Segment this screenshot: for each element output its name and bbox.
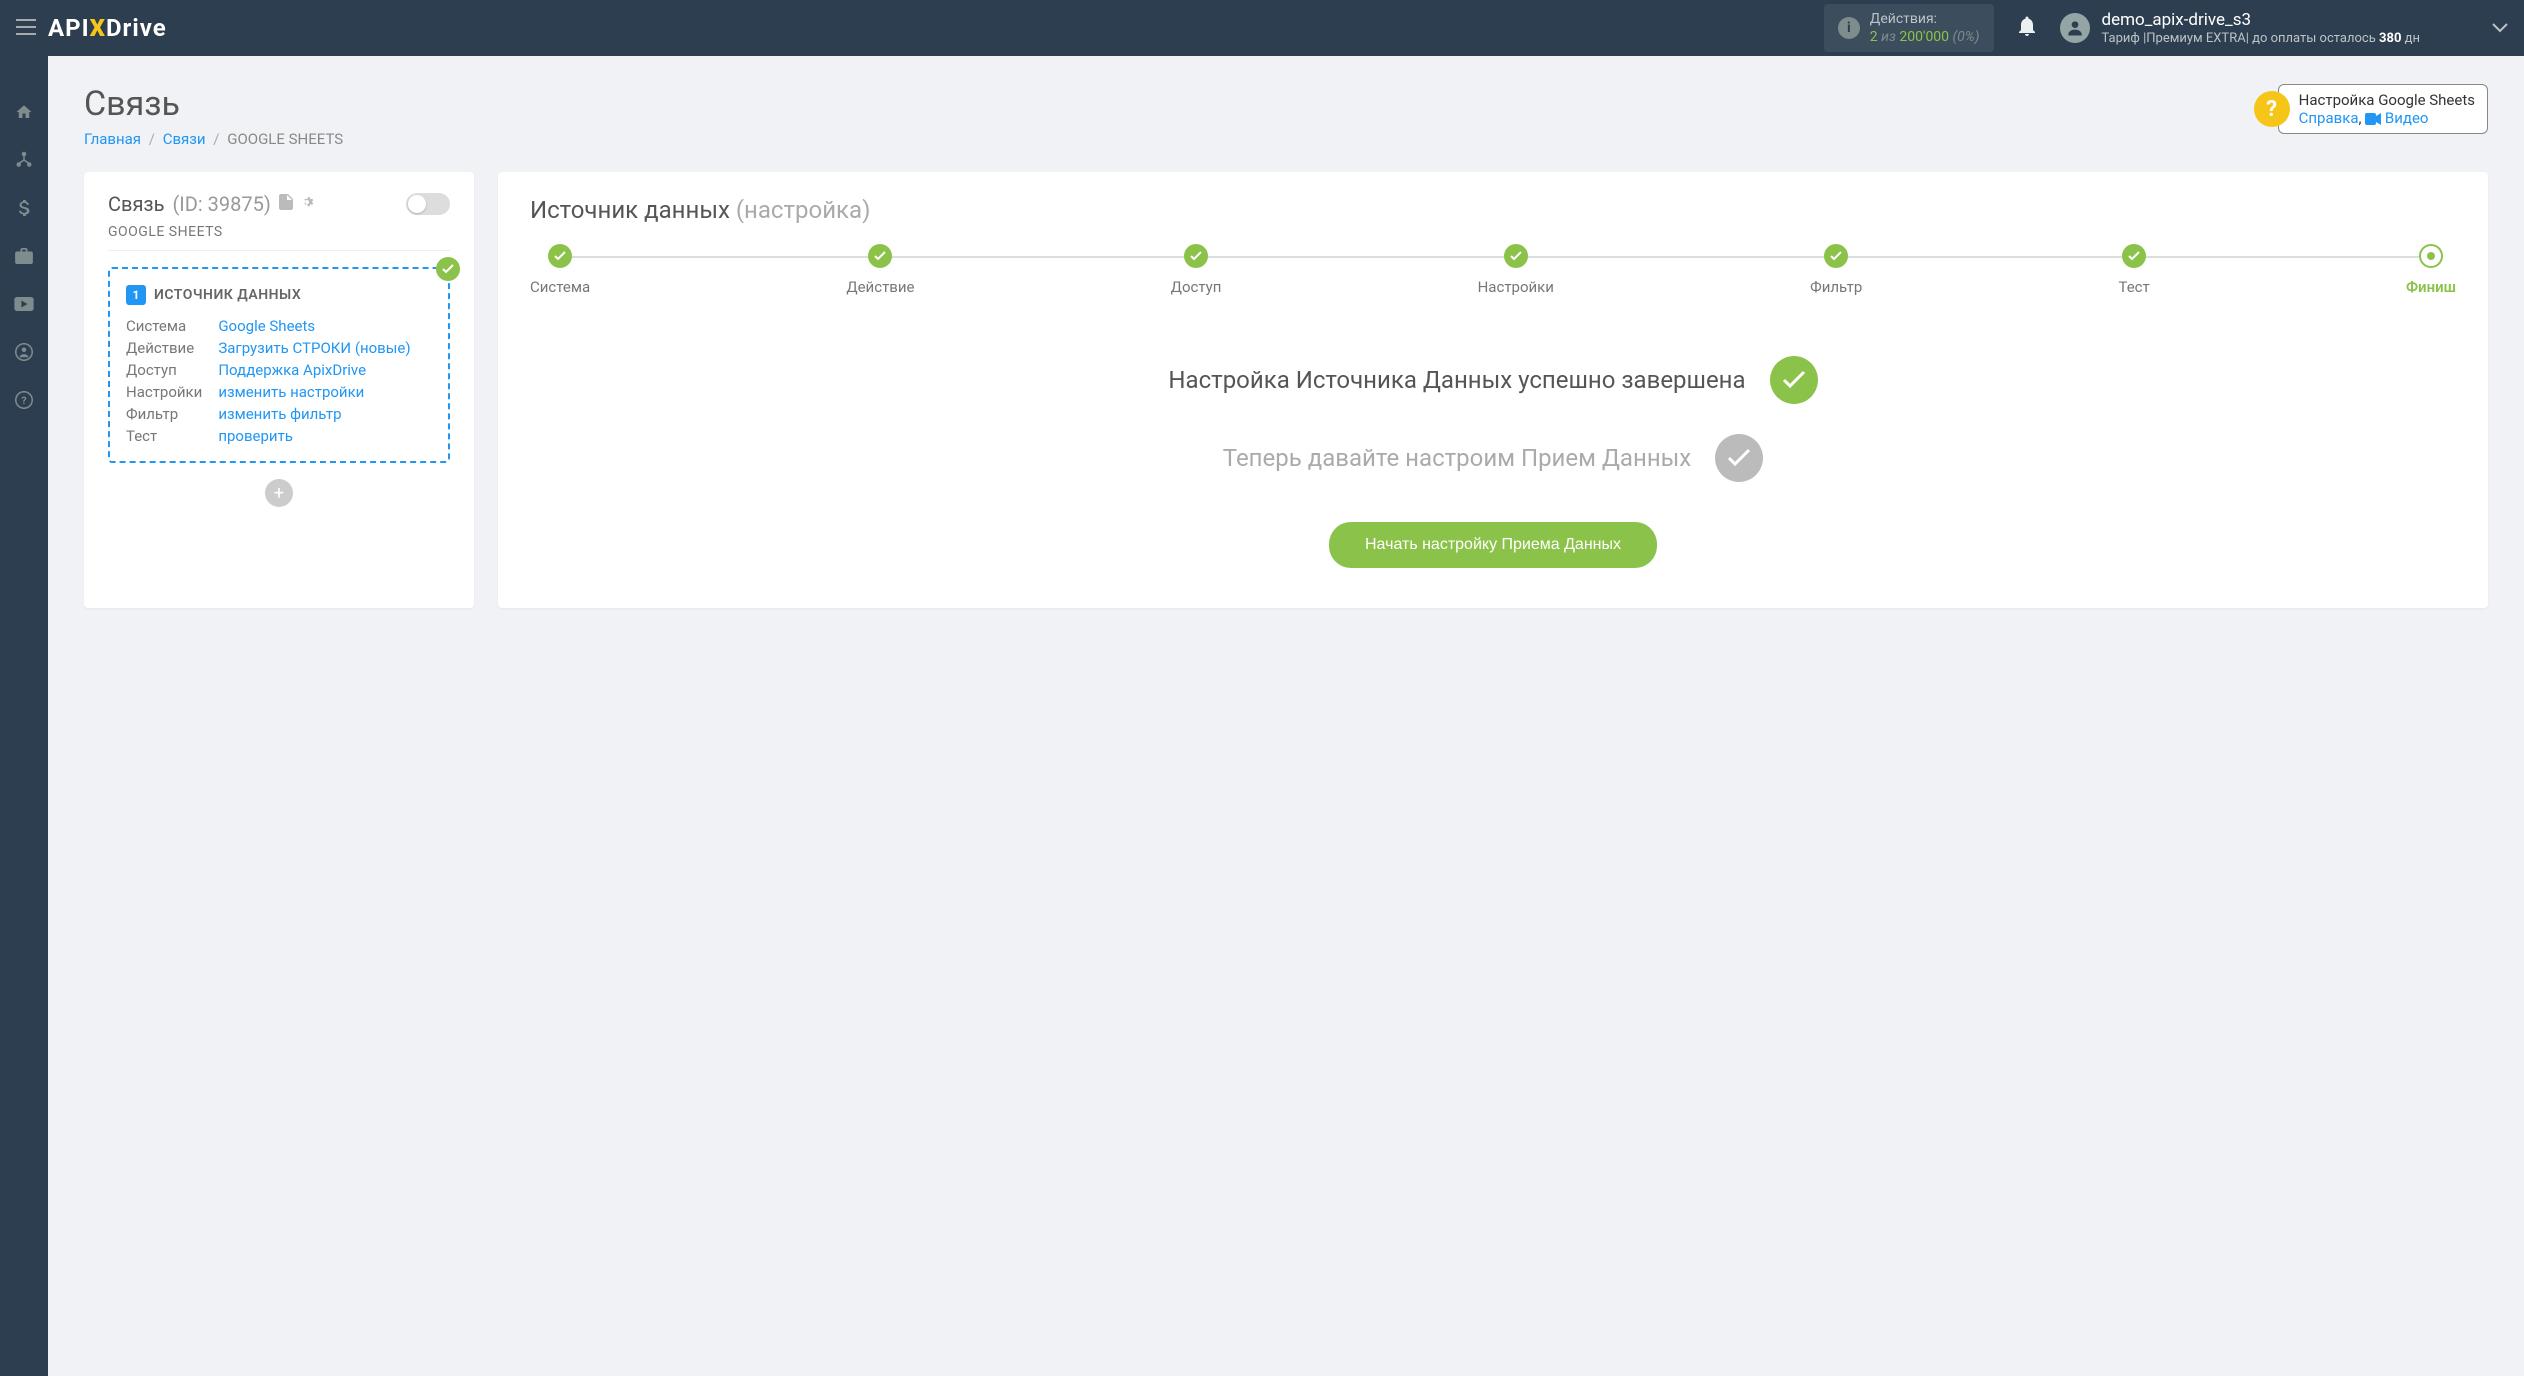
video-icon xyxy=(2365,113,2381,125)
step-label: Фильтр xyxy=(1810,278,1862,296)
source-row-label: Фильтр xyxy=(126,405,202,423)
help-badge-icon[interactable]: ? xyxy=(2254,91,2290,127)
help-title: Настройка Google Sheets xyxy=(2299,91,2475,109)
header: APIXDrive i Действия: 2 из 200'000 (0%) … xyxy=(0,0,2524,56)
check-icon xyxy=(1770,356,1818,404)
step[interactable]: Фильтр xyxy=(1810,244,1862,296)
help-panel: Настройка Google Sheets Справка, Видео xyxy=(2278,84,2488,134)
menu-icon[interactable] xyxy=(16,16,36,41)
chevron-down-icon[interactable] xyxy=(2492,18,2508,37)
step[interactable]: Доступ xyxy=(1171,244,1222,296)
source-row-link[interactable]: изменить фильтр xyxy=(218,405,432,423)
sidebar-billing-icon[interactable] xyxy=(0,184,48,232)
step-circle xyxy=(1184,244,1208,268)
step-circle xyxy=(548,244,572,268)
breadcrumb: Главная / Связи / GOOGLE SHEETS xyxy=(84,130,343,148)
start-setup-button[interactable]: Начать настройку Приема Данных xyxy=(1329,522,1657,568)
user-info: demo_apix-drive_s3 Тариф |Премиум EXTRA|… xyxy=(2102,9,2421,48)
actions-badge[interactable]: i Действия: 2 из 200'000 (0%) xyxy=(1824,4,1994,52)
step[interactable]: Действие xyxy=(846,244,914,296)
step-label: Настройки xyxy=(1478,278,1554,296)
step-label: Действие xyxy=(846,278,914,296)
source-row-label: Настройки xyxy=(126,383,202,401)
source-row-link[interactable]: Google Sheets xyxy=(218,317,432,335)
check-icon xyxy=(1715,434,1763,482)
toggle-switch[interactable] xyxy=(406,193,450,215)
sidebar-connections-icon[interactable] xyxy=(0,136,48,184)
source-box: 1 ИСТОЧНИК ДАННЫХ Система Google Sheets Де… xyxy=(108,267,450,463)
side-card-title: Связь xyxy=(108,192,164,216)
main-card: Источник данных (настройка) Система Дейст… xyxy=(498,172,2488,608)
status-success: Настройка Источника Данных успешно завер… xyxy=(530,356,2456,404)
step-circle xyxy=(868,244,892,268)
status-next-text: Теперь давайте настроим Прием Данных xyxy=(1223,442,1691,474)
breadcrumb-links[interactable]: Связи xyxy=(163,130,206,148)
svg-text:?: ? xyxy=(21,394,26,407)
user-block[interactable]: demo_apix-drive_s3 Тариф |Премиум EXTRA|… xyxy=(2060,9,2509,48)
source-number: 1 xyxy=(126,285,146,305)
step[interactable]: Система xyxy=(530,244,590,296)
step-circle xyxy=(2419,244,2443,268)
actions-of: из xyxy=(1881,29,1896,45)
status-success-text: Настройка Источника Данных успешно завер… xyxy=(1168,364,1745,396)
sidebar-video-icon[interactable] xyxy=(0,280,48,328)
source-row-label: Тест xyxy=(126,427,202,445)
side-card: Связь (ID: 39875) GOOGLE SHEE xyxy=(84,172,474,608)
actions-total: 200'000 xyxy=(1899,29,1949,45)
document-icon[interactable] xyxy=(279,194,293,214)
gear-icon[interactable] xyxy=(299,194,315,214)
check-icon xyxy=(436,257,460,281)
help-box: ? Настройка Google Sheets Справка, Видео xyxy=(2254,84,2488,134)
actions-pct: (0%) xyxy=(1953,29,1980,45)
logo-api: API xyxy=(48,14,90,42)
main-content: Связь Главная / Связи / GOOGLE SHEETS ? … xyxy=(48,56,2524,1376)
page-title: Связь xyxy=(84,84,343,124)
logo-x: X xyxy=(90,14,106,42)
stepper: Система Действие Доступ Настройки Фильтр Тест… xyxy=(530,244,2456,296)
side-card-system: GOOGLE SHEETS xyxy=(108,224,450,251)
page-header: Связь Главная / Связи / GOOGLE SHEETS ? … xyxy=(84,84,2488,148)
logo[interactable]: APIXDrive xyxy=(48,14,167,42)
source-row-link[interactable]: Загрузить СТРОКИ (новые) xyxy=(218,339,432,357)
actions-text: Действия: 2 из 200'000 (0%) xyxy=(1870,10,1980,46)
step-label: Доступ xyxy=(1171,278,1222,296)
help-link-video[interactable]: Видео xyxy=(2385,109,2429,127)
sidebar: ? xyxy=(0,56,48,1376)
step-label: Тест xyxy=(2119,278,2150,296)
step[interactable]: Финиш xyxy=(2406,244,2456,296)
status-next: Теперь давайте настроим Прием Данных xyxy=(530,434,2456,482)
step-circle xyxy=(2122,244,2146,268)
source-row-label: Действие xyxy=(126,339,202,357)
sidebar-help-icon[interactable]: ? xyxy=(0,376,48,424)
step-circle xyxy=(1504,244,1528,268)
help-link-docs[interactable]: Справка xyxy=(2299,109,2359,127)
user-tariff: Тариф |Премиум EXTRA| до оплаты осталось… xyxy=(2102,31,2421,48)
sidebar-briefcase-icon[interactable] xyxy=(0,232,48,280)
step-circle xyxy=(1824,244,1848,268)
side-card-id: (ID: 39875) xyxy=(172,192,270,216)
user-name: demo_apix-drive_s3 xyxy=(2102,9,2421,31)
source-row-label: Доступ xyxy=(126,361,202,379)
info-icon: i xyxy=(1838,17,1860,39)
add-button[interactable]: + xyxy=(265,479,293,507)
breadcrumb-home[interactable]: Главная xyxy=(84,130,141,148)
logo-drive: Drive xyxy=(106,14,167,42)
source-row-label: Система xyxy=(126,317,202,335)
source-row-link[interactable]: изменить настройки xyxy=(218,383,432,401)
step[interactable]: Настройки xyxy=(1478,244,1554,296)
avatar-icon xyxy=(2060,13,2090,43)
bell-icon[interactable] xyxy=(2018,16,2036,41)
step-label: Финиш xyxy=(2406,278,2456,296)
step[interactable]: Тест xyxy=(2119,244,2150,296)
step-label: Система xyxy=(530,278,590,296)
source-row-link[interactable]: Поддержка ApixDrive xyxy=(218,361,432,379)
actions-label: Действия: xyxy=(1870,10,1980,28)
source-row-link[interactable]: проверить xyxy=(218,427,432,445)
sidebar-user-icon[interactable] xyxy=(0,328,48,376)
main-card-title: Источник данных (настройка) xyxy=(530,196,2456,224)
source-title: ИСТОЧНИК ДАННЫХ xyxy=(154,287,301,303)
breadcrumb-current: GOOGLE SHEETS xyxy=(227,130,343,148)
sidebar-home-icon[interactable] xyxy=(0,88,48,136)
actions-value: 2 xyxy=(1870,29,1878,45)
